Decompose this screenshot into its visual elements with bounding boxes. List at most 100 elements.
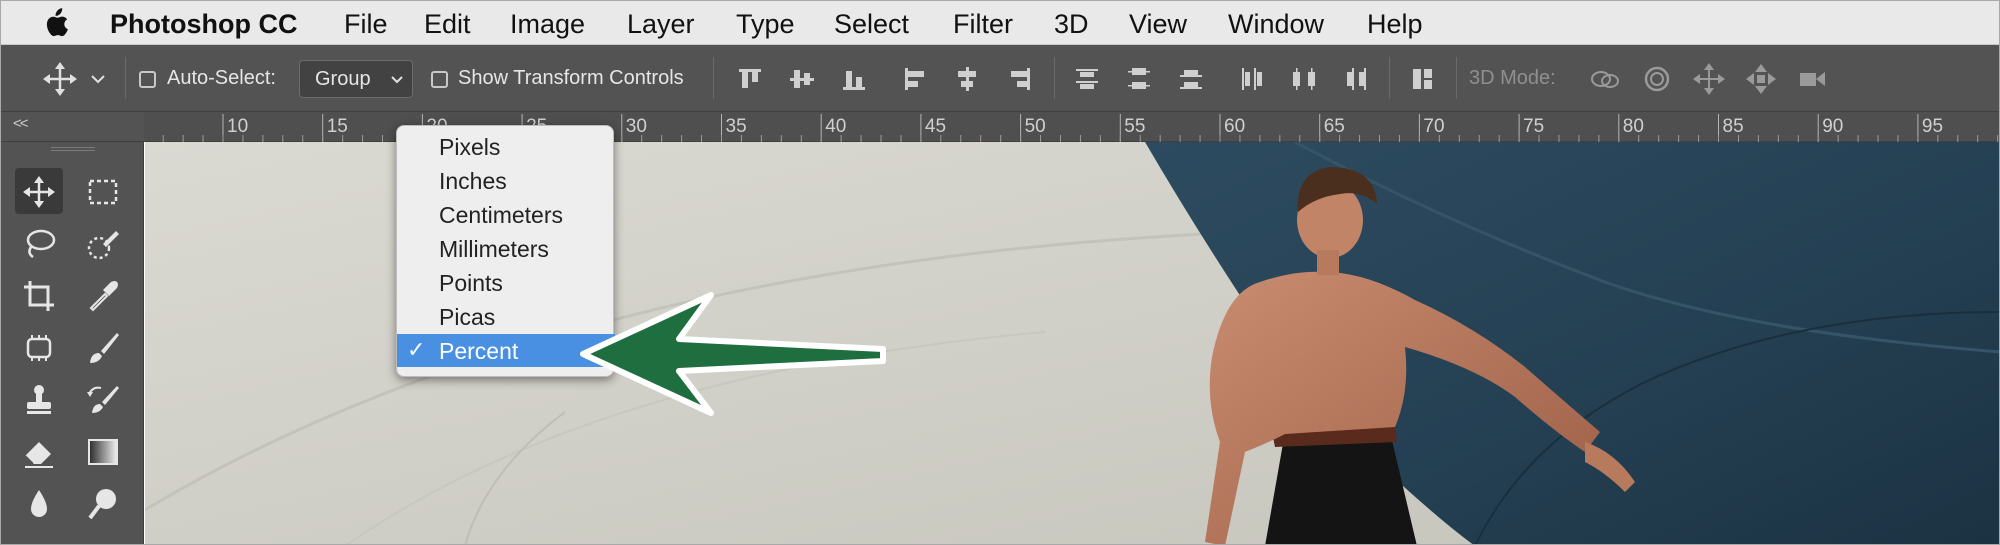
auto-select-checkbox[interactable]: [139, 71, 156, 88]
spot-healing-tool-button[interactable]: [15, 324, 63, 370]
ruler-tick-label: 70: [1423, 116, 1444, 137]
crop-tool-button[interactable]: [15, 272, 63, 318]
options-divider: [1389, 57, 1390, 99]
3d-orbit-icon[interactable]: [1586, 60, 1624, 98]
auto-select-label: Auto-Select:: [167, 67, 276, 89]
gradient-tool-button[interactable]: [79, 428, 127, 474]
units-option-label: Centimeters: [439, 202, 563, 228]
history-brush-tool-button[interactable]: [79, 376, 127, 422]
3d-mode-label: 3D Mode:: [1469, 67, 1556, 89]
apple-menu-icon[interactable]: [41, 7, 69, 39]
3d-roll-icon[interactable]: [1638, 60, 1676, 98]
options-divider: [1054, 57, 1055, 99]
distribute-top-icon[interactable]: [1068, 60, 1106, 98]
units-option-pixels[interactable]: Pixels: [397, 130, 615, 163]
distribute-right-icon[interactable]: [1337, 60, 1375, 98]
units-option-label: Picas: [439, 304, 496, 330]
units-option-inches[interactable]: Inches: [397, 164, 615, 197]
gradient-tool-icon: [88, 439, 118, 465]
menu-image[interactable]: Image: [510, 9, 585, 40]
marquee-tool-icon: [88, 179, 118, 205]
options-divider: [125, 57, 126, 99]
3d-pan-icon[interactable]: [1690, 60, 1728, 98]
ruler-tick-label: 60: [1224, 116, 1245, 137]
auto-align-layers-icon[interactable]: [1404, 60, 1442, 98]
align-bottom-icon[interactable]: [835, 60, 873, 98]
move-tool-button[interactable]: [15, 168, 63, 214]
green-arrow-annotation: [580, 292, 886, 416]
distribute-bottom-icon[interactable]: [1172, 60, 1210, 98]
move-tool-preset-icon[interactable]: [41, 60, 79, 98]
menu-type[interactable]: Type: [736, 9, 795, 40]
clone-stamp-tool-button[interactable]: [15, 376, 63, 422]
eraser-tool-button[interactable]: [15, 428, 63, 474]
eyedropper-tool-button[interactable]: [79, 272, 127, 318]
menu-bar: Photoshop CC File Edit Image Layer Type …: [1, 1, 1999, 45]
ruler-tick-label: 10: [227, 116, 248, 137]
align-left-icon[interactable]: [896, 60, 934, 98]
units-option-millimeters[interactable]: Millimeters: [397, 232, 615, 265]
menu-window[interactable]: Window: [1228, 9, 1324, 40]
align-horizontal-center-icon[interactable]: [948, 60, 986, 98]
align-vertical-center-icon[interactable]: [783, 60, 821, 98]
marquee-tool-button[interactable]: [79, 168, 127, 214]
dodge-tool-icon: [88, 489, 116, 520]
menu-help[interactable]: Help: [1367, 9, 1423, 40]
ruler-tick-label: 80: [1623, 116, 1644, 137]
units-option-label: Percent: [439, 338, 519, 364]
units-option-label: Pixels: [439, 134, 501, 160]
tools-panel: [1, 142, 144, 544]
distribute-horizontal-center-icon[interactable]: [1285, 60, 1323, 98]
blur-tool-icon: [31, 490, 47, 517]
lasso-tool-button[interactable]: [15, 220, 63, 266]
show-transform-checkbox[interactable]: [431, 71, 448, 88]
eraser-tool-icon: [24, 442, 53, 468]
lasso-tool-icon: [26, 229, 56, 259]
menu-photoshop-cc[interactable]: Photoshop CC: [110, 9, 297, 40]
distribute-left-icon[interactable]: [1233, 60, 1271, 98]
menu-filter[interactable]: Filter: [953, 9, 1013, 40]
units-option-label: Points: [439, 270, 503, 296]
align-top-icon[interactable]: [731, 60, 769, 98]
show-transform-label: Show Transform Controls: [458, 67, 684, 89]
menu-file[interactable]: File: [344, 9, 388, 40]
ruler-tick-label: 65: [1324, 116, 1345, 137]
align-right-icon[interactable]: [1000, 60, 1038, 98]
photoshop-window: Photoshop CC File Edit Image Layer Type …: [0, 0, 2000, 545]
options-divider: [1456, 57, 1457, 99]
distribute-vertical-center-icon[interactable]: [1120, 60, 1158, 98]
menu-edit[interactable]: Edit: [424, 9, 471, 40]
clone-stamp-tool-icon: [27, 385, 51, 414]
expand-panels-toggle[interactable]: <<: [13, 115, 28, 132]
auto-select-dropdown[interactable]: Group: [299, 60, 413, 98]
units-option-label: Inches: [439, 168, 507, 194]
ruler-tick-label: 45: [925, 116, 946, 137]
units-option-label: Millimeters: [439, 236, 549, 262]
3d-slide-icon[interactable]: [1742, 60, 1780, 98]
units-option-centimeters[interactable]: Centimeters: [397, 198, 615, 231]
dodge-tool-button[interactable]: [79, 480, 127, 526]
options-divider: [713, 57, 714, 99]
menu-view[interactable]: View: [1129, 9, 1187, 40]
blur-tool-button[interactable]: [15, 480, 63, 526]
ruler-tick-label: 95: [1922, 116, 1943, 137]
menu-layer[interactable]: Layer: [627, 9, 695, 40]
ruler-tick-label: 90: [1822, 116, 1843, 137]
menu-3d[interactable]: 3D: [1054, 9, 1089, 40]
chevron-down-icon: [391, 76, 403, 84]
checkmark-icon: ✓: [407, 337, 426, 362]
ruler-tick-label: 55: [1124, 116, 1145, 137]
crop-tool-icon: [24, 281, 54, 311]
brush-tool-button[interactable]: [79, 324, 127, 370]
menu-select[interactable]: Select: [834, 9, 909, 40]
history-brush-tool-icon: [87, 386, 119, 413]
chevron-down-icon[interactable]: [87, 60, 109, 98]
tools-panel-grip[interactable]: [51, 146, 95, 152]
3d-scale-camera-icon[interactable]: [1794, 60, 1832, 98]
ruler-corner: <<: [1, 112, 144, 142]
quick-select-tool-icon: [87, 231, 119, 260]
quick-select-tool-button[interactable]: [79, 220, 127, 266]
ruler-tick-label: 40: [825, 116, 846, 137]
ruler-tick-label: 15: [327, 116, 348, 137]
move-tool-icon: [23, 176, 55, 208]
